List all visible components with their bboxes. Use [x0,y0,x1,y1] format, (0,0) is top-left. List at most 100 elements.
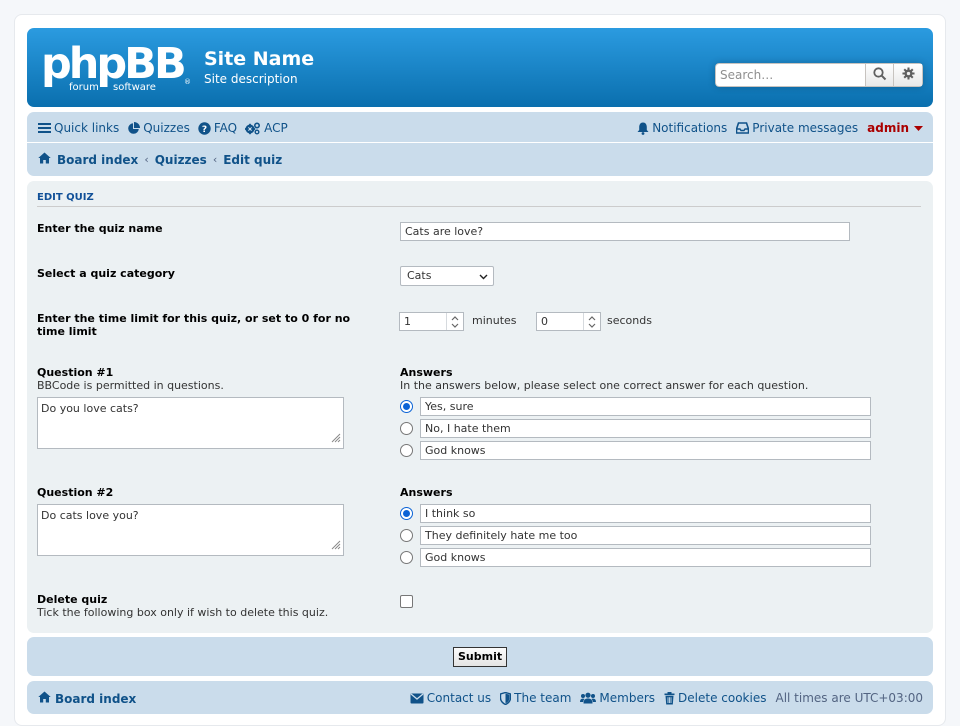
private-messages-link[interactable]: Private messages [736,121,858,135]
answer-1-3-radio[interactable] [400,444,413,457]
question-2-textarea[interactable]: Do cats love you? [37,504,344,556]
svg-text:?: ? [202,125,207,135]
resize-grip-icon[interactable] [331,540,341,553]
delete-cookies-label: Delete cookies [678,691,767,705]
notifications-label: Notifications [652,121,728,135]
svg-text:software: software [113,82,156,93]
footer-board-index-link[interactable]: Board index [55,692,136,706]
navbar: Quick links Quizzes ? FAQ ACP Notificati… [27,112,933,176]
quiz-name-label: Enter the quiz name [37,222,163,235]
spinner-arrows-icon[interactable] [446,313,463,330]
answer-2-3-input[interactable]: God knows [420,548,871,567]
shield-icon [500,691,512,705]
answers-1-label: Answers [400,366,453,379]
answer-2-3-radio[interactable] [400,551,413,564]
answers-2-label: Answers [400,486,453,499]
answer-2-2-radio[interactable] [400,529,413,542]
svg-text:forum: forum [69,82,99,93]
faq-link[interactable]: ? FAQ [198,121,237,135]
pie-chart-icon [127,121,141,135]
seconds-value: 0 [541,315,548,328]
quick-links-menu[interactable]: Quick links [38,121,119,135]
private-messages-label: Private messages [752,121,859,135]
users-icon [580,692,597,704]
resize-grip-icon[interactable] [331,433,341,446]
category-select[interactable]: Cats [400,266,494,286]
question-2-text: Do cats love you? [41,509,139,522]
time-limit-label: Enter the time limit for this quiz, or s… [37,312,351,338]
search-button[interactable] [865,63,894,87]
cogs-icon [245,121,261,135]
envelope-icon [410,693,424,704]
contact-us-link[interactable]: Contact us [410,691,491,705]
answer-1-1-radio[interactable] [400,400,413,413]
notifications-link[interactable]: Notifications [637,121,727,135]
minutes-value: 1 [404,315,411,328]
footer-navbar: Board index Contact us The team Members … [27,681,933,714]
breadcrumb-board-index[interactable]: Board index [57,153,138,167]
breadcrumb-separator-icon: ‹ [144,153,149,166]
category-selected-value: Cats [407,269,432,282]
timezone-text: All times are UTC+03:00 [775,691,923,705]
phpbb-logo[interactable]: phpBB forum software ® [41,38,193,96]
question-1-label: Question #1 [37,366,114,379]
minutes-unit-label: minutes [472,314,517,327]
section-title: EDIT QUIZ [37,192,921,207]
search-input[interactable] [715,63,865,87]
delete-quiz-label: Delete quiz [37,593,108,606]
delete-quiz-hint: Tick the following box only if wish to d… [37,606,329,619]
minutes-input[interactable]: 1 [399,312,464,331]
category-label: Select a quiz category [37,267,175,280]
the-team-label: The team [514,691,572,705]
advanced-search-button[interactable] [894,63,923,87]
search-box [715,63,923,87]
faq-label: FAQ [213,121,238,135]
answer-2-2-input[interactable]: They definitely hate me too [420,526,871,545]
answer-2-1-radio[interactable] [400,507,413,520]
inbox-icon [736,122,750,134]
submit-bar: Submit [27,637,933,676]
svg-text:®: ® [184,78,191,86]
edit-quiz-panel: EDIT QUIZ Enter the quiz name Cats are l… [27,181,933,633]
question-1-textarea[interactable]: Do you love cats? [37,397,344,449]
user-menu[interactable]: admin [867,121,923,135]
menu-icon [38,122,51,134]
nav-links-row: Quick links Quizzes ? FAQ ACP Notificati… [27,112,933,143]
seconds-unit-label: seconds [607,314,652,327]
trash-icon [664,691,675,705]
home-icon [38,691,51,706]
answer-2-1-input[interactable]: I think so [420,504,871,523]
breadcrumb-separator-icon: ‹ [212,153,218,166]
answer-1-1-input[interactable]: Yes, sure [420,397,871,416]
the-team-link[interactable]: The team [500,691,571,705]
page-wrapper: phpBB forum software ® Site Name Site de… [14,14,946,726]
delete-cookies-link[interactable]: Delete cookies [664,691,766,705]
spinner-arrows-icon[interactable] [583,313,600,330]
quizzes-label: Quizzes [143,121,190,135]
bell-icon [637,122,649,135]
seconds-input[interactable]: 0 [536,312,601,331]
answer-1-2-radio[interactable] [400,422,413,435]
members-link[interactable]: Members [580,691,655,705]
answer-1-2-input[interactable]: No, I hate them [420,419,871,438]
gear-icon [901,67,915,83]
question-2-label: Question #2 [37,486,114,499]
acp-link[interactable]: ACP [245,121,288,135]
contact-us-label: Contact us [426,691,492,705]
quizzes-link[interactable]: Quizzes [127,121,190,135]
acp-label: ACP [264,121,288,135]
site-description: Site description [204,72,298,86]
question-1-text: Do you love cats? [41,402,139,415]
quiz-name-input[interactable]: Cats are love? [400,222,850,241]
home-icon [38,152,51,167]
quick-links-label: Quick links [54,121,120,135]
members-label: Members [599,691,656,705]
site-name[interactable]: Site Name [204,48,314,70]
breadcrumb-edit-quiz[interactable]: Edit quiz [223,153,282,167]
breadcrumb-quizzes[interactable]: Quizzes [155,153,207,167]
delete-quiz-checkbox[interactable] [400,595,413,608]
caret-down-icon [914,121,923,135]
submit-button[interactable]: Submit [453,647,508,667]
question-1-hint: BBCode is permitted in questions. [37,379,224,392]
answer-1-3-input[interactable]: God knows [420,441,871,460]
